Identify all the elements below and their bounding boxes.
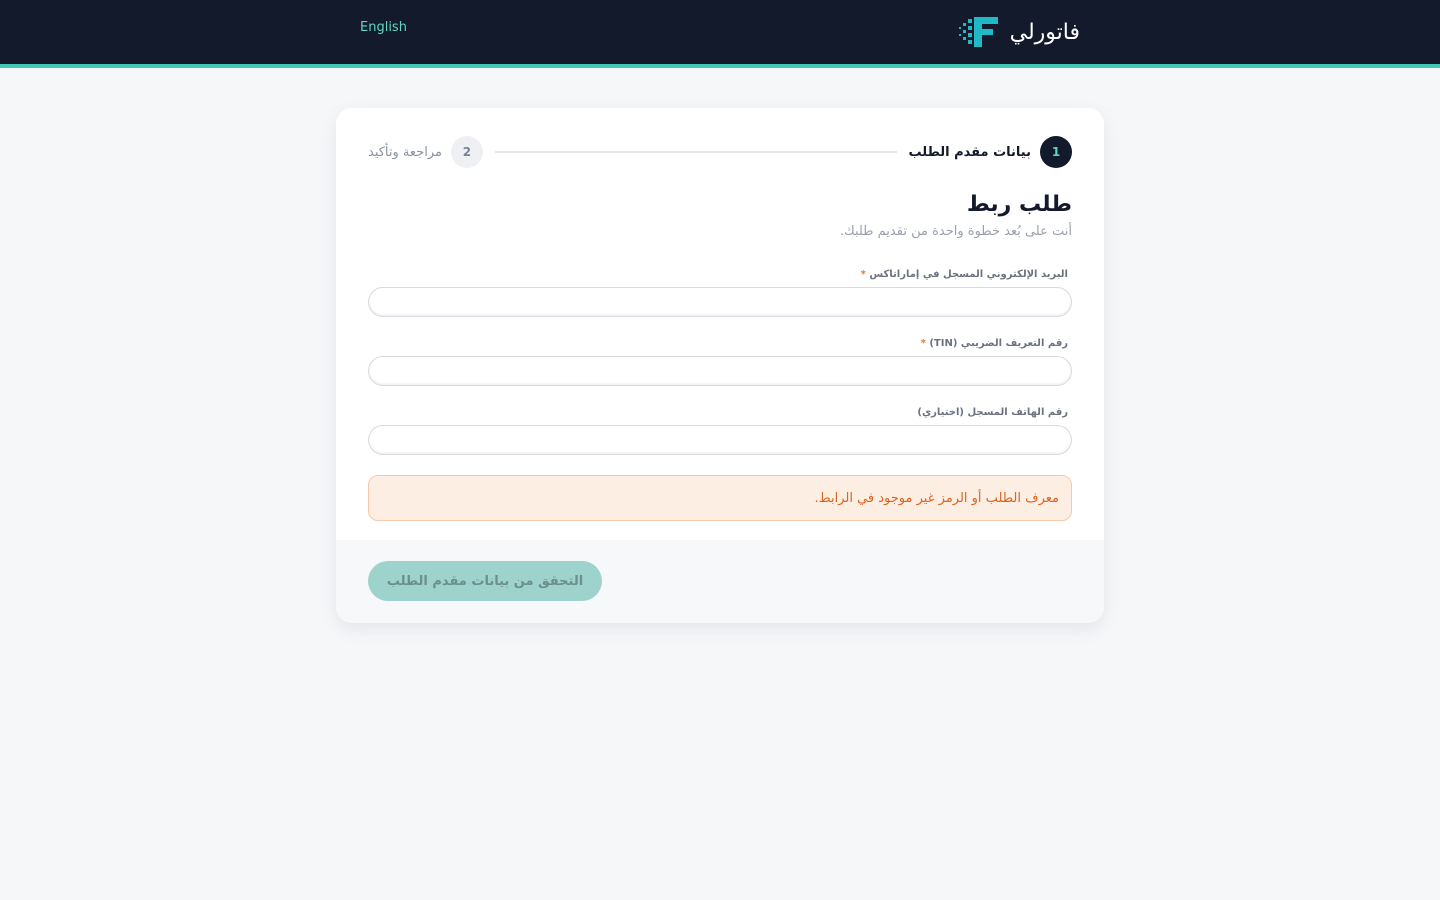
step-label: مراجعة وتأكيد <box>368 144 442 160</box>
error-alert: معرف الطلب أو الرمز غير موجود في الرابط. <box>368 475 1072 521</box>
stepper-connector <box>494 151 897 153</box>
required-marker: * <box>860 269 866 280</box>
link-request-card: 1 بيانات مقدم الطلب 2 مراجعة وتأكيد طلب … <box>336 108 1104 623</box>
phone-field-group: رقم الهاتف المسجل (اختياري) <box>368 406 1072 455</box>
label-text: البريد الإلكتروني المسجل في إماراتاكس <box>869 269 1068 280</box>
step-number: 1 <box>1040 136 1072 168</box>
tin-field-label: رقم التعريف الضريبي (TIN) * <box>368 337 1072 351</box>
tin-field-group: رقم التعريف الضريبي (TIN) * <box>368 337 1072 386</box>
email-field-label: البريد الإلكتروني المسجل في إماراتاكس * <box>368 268 1072 282</box>
email-field-group: البريد الإلكتروني المسجل في إماراتاكس * <box>368 268 1072 317</box>
brand-logo-icon <box>958 17 998 47</box>
stepper: 1 بيانات مقدم الطلب 2 مراجعة وتأكيد <box>368 136 1072 168</box>
brand[interactable]: فاتورلي <box>958 14 1080 50</box>
tin-field[interactable] <box>368 356 1072 386</box>
phone-field-label: رقم الهاتف المسجل (اختياري) <box>368 406 1072 420</box>
phone-field[interactable] <box>368 425 1072 455</box>
step-review-confirm: 2 مراجعة وتأكيد <box>368 136 483 168</box>
brand-name: فاتورلي <box>1009 19 1080 45</box>
top-navbar: English فاتورلي <box>0 0 1440 68</box>
alert-message: معرف الطلب أو الرمز غير موجود في الرابط. <box>814 490 1060 506</box>
label-text: رقم الهاتف المسجل (اختياري) <box>917 407 1068 418</box>
step-applicant-details: 1 بيانات مقدم الطلب <box>909 136 1072 168</box>
card-footer: التحقق من بيانات مقدم الطلب <box>336 540 1104 623</box>
card-body: 1 بيانات مقدم الطلب 2 مراجعة وتأكيد طلب … <box>336 108 1104 540</box>
email-field[interactable] <box>368 287 1072 317</box>
required-marker: * <box>920 338 926 349</box>
label-text: رقم التعريف الضريبي (TIN) <box>929 338 1068 349</box>
verify-applicant-button[interactable]: التحقق من بيانات مقدم الطلب <box>368 561 602 601</box>
language-switch-link[interactable]: English <box>360 20 407 35</box>
page-subtitle: أنت على بُعد خطوة واحدة من تقديم طلبك. <box>839 224 1072 239</box>
step-label: بيانات مقدم الطلب <box>908 144 1031 160</box>
step-number: 2 <box>450 136 483 168</box>
page-title: طلب ربط <box>966 192 1072 217</box>
